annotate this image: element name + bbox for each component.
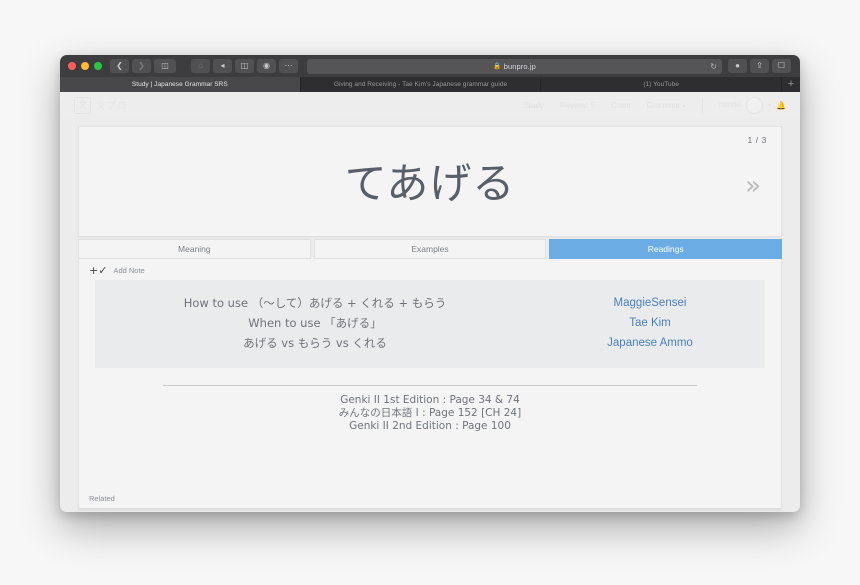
browser-window: ❮ ❯ ◫ ⌂ ◂ ◫ ◉ ⋯ 🔒 bunpro.jp ↻ ● ⇪ ☐ Stud… <box>60 55 800 512</box>
readings-panel: +✓ Add Note How to use （〜して）あげる + くれる + … <box>78 259 782 510</box>
chevron-left-icon: ❮ <box>116 61 123 70</box>
nav-item-grammar[interactable]: Grammar ▾ <box>647 101 686 110</box>
user-menu[interactable]: nanda ▾ 🔔 <box>718 96 786 114</box>
pocket-icon: ◂ <box>220 61 225 70</box>
readings-links: MaggieSensei Tae Kim Japanese Ammo <box>535 294 765 353</box>
browser-tab-title: (1) YouTube <box>643 81 680 88</box>
sidebar-toggle-button[interactable]: ◫ <box>154 59 176 73</box>
add-note-label: Add Note <box>113 266 145 275</box>
back-button[interactable]: ❮ <box>110 59 129 73</box>
extensions-button[interactable]: ⋯ <box>279 59 298 73</box>
onepassword-icon: ◉ <box>263 61 270 70</box>
close-window-button[interactable] <box>68 62 76 70</box>
ellipsis-icon: ⋯ <box>284 61 293 70</box>
bell-icon[interactable]: 🔔 <box>776 101 786 110</box>
readings-topics: How to use （〜して）あげる + くれる + もらう When to … <box>95 294 535 353</box>
reload-icon[interactable]: ↻ <box>710 62 717 71</box>
address-bar[interactable]: 🔒 bunpro.jp ↻ <box>307 58 722 74</box>
reading-link-taekim[interactable]: Tae Kim <box>535 314 765 334</box>
browser-tab-taekim[interactable]: Giving and Receiving - Tae Kim's Japanes… <box>301 77 542 92</box>
chevron-right-icon: ❯ <box>138 61 145 70</box>
double-chevron-right-icon[interactable]: » <box>745 173 761 199</box>
lock-icon: 🔒 <box>493 63 502 70</box>
reading-link-japaneseammo[interactable]: Japanese Ammo <box>535 334 765 354</box>
site-logo[interactable]: 文 文プロ <box>74 96 128 114</box>
textbook-references: Genki II 1st Edition : Page 34 & 74 みんなの… <box>79 394 781 433</box>
home-button[interactable]: ⌂ <box>191 59 210 73</box>
nav-item-grammar-label: Grammar <box>646 100 681 110</box>
site-nav: Study Review: 5 Cram Grammar ▾ nanda ▾ 🔔 <box>524 96 786 114</box>
related-label: Related <box>89 494 115 503</box>
user-name: nanda <box>718 99 742 109</box>
readings-topic-line: あげる vs もらう vs くれる <box>243 335 387 350</box>
tab-meaning[interactable]: Meaning <box>78 239 311 259</box>
bunpro-logo-icon: 文 <box>74 96 91 114</box>
address-url: bunpro.jp <box>503 61 536 71</box>
readings-content-box: How to use （〜して）あげる + くれる + もらう When to … <box>95 280 765 368</box>
grammar-term: てあげる <box>344 159 516 208</box>
tab-label: Examples <box>411 244 449 254</box>
chevron-down-icon: ▾ <box>768 102 772 109</box>
window-controls <box>68 62 102 70</box>
avatar[interactable] <box>746 96 764 114</box>
reference-line: みんなの日本語 I : Page 152 [CH 24] <box>338 407 522 420</box>
content-tabs: Meaning Examples Readings <box>78 239 783 259</box>
tab-label: Meaning <box>178 244 211 254</box>
site-logo-text: 文プロ <box>96 101 128 112</box>
tab-overview-button[interactable]: ☐ <box>772 59 791 73</box>
add-note-button[interactable]: +✓ Add Note <box>79 259 781 280</box>
reader-icon: ◫ <box>240 61 249 70</box>
add-note-pencil-icon: +✓ <box>89 264 108 277</box>
section-divider <box>163 385 697 386</box>
browser-tab-youtube[interactable]: (1) YouTube <box>541 77 783 92</box>
browser-tab-title: Study | Japanese Grammar SRS <box>131 81 228 88</box>
page-viewport: 文 文プロ Study Review: 5 Cram Grammar ▾ nan… <box>60 92 800 512</box>
home-icon: ⌂ <box>198 61 203 70</box>
browser-toolbar: ❮ ❯ ◫ ⌂ ◂ ◫ ◉ ⋯ 🔒 bunpro.jp ↻ ● ⇪ ☐ <box>60 55 800 77</box>
reader-button[interactable]: ◫ <box>235 59 254 73</box>
download-button[interactable]: ● <box>728 59 747 73</box>
pocket-button[interactable]: ◂ <box>213 59 232 73</box>
page-body: 1 / 3 てあげる » Meaning Examples Readings +… <box>60 118 800 510</box>
card-counter: 1 / 3 <box>747 135 767 145</box>
chevron-down-icon: ▾ <box>682 103 686 110</box>
reference-line: Genki II 2nd Edition : Page 100 <box>349 420 511 433</box>
tab-examples[interactable]: Examples <box>313 239 547 259</box>
share-button[interactable]: ⇪ <box>750 59 769 73</box>
browser-tab-study[interactable]: Study | Japanese Grammar SRS <box>60 77 301 92</box>
nav-item-study[interactable]: Study <box>524 101 544 110</box>
nav-item-review[interactable]: Review: 5 <box>560 101 595 110</box>
sidebar-icon: ◫ <box>161 61 169 70</box>
nav-divider <box>701 97 703 113</box>
download-icon: ● <box>735 61 740 70</box>
browser-tab-strip: Study | Japanese Grammar SRS Giving and … <box>60 77 800 92</box>
site-header: 文 文プロ Study Review: 5 Cram Grammar ▾ nan… <box>60 92 800 118</box>
forward-button[interactable]: ❯ <box>132 59 151 73</box>
share-icon: ⇪ <box>756 61 763 70</box>
zoom-window-button[interactable] <box>94 62 102 70</box>
onepassword-button[interactable]: ◉ <box>257 59 276 73</box>
panel-bottom-rule <box>79 508 781 509</box>
tab-label: Readings <box>647 244 684 254</box>
browser-tab-title: Giving and Receiving - Tae Kim's Japanes… <box>333 81 508 88</box>
minimize-window-button[interactable] <box>81 62 89 70</box>
tab-readings[interactable]: Readings <box>549 239 783 259</box>
reading-link-maggiesensei[interactable]: MaggieSensei <box>535 294 765 314</box>
nav-item-cram[interactable]: Cram <box>611 101 631 110</box>
tab-overview-icon: ☐ <box>777 61 786 70</box>
readings-topic-line: When to use 「あげる」 <box>248 316 382 331</box>
readings-topic-line: How to use （〜して）あげる + くれる + もらう <box>183 296 447 311</box>
reference-line: Genki II 1st Edition : Page 34 & 74 <box>340 394 520 406</box>
grammar-card: 1 / 3 てあげる » <box>78 126 782 236</box>
new-tab-button[interactable]: + <box>782 77 800 92</box>
